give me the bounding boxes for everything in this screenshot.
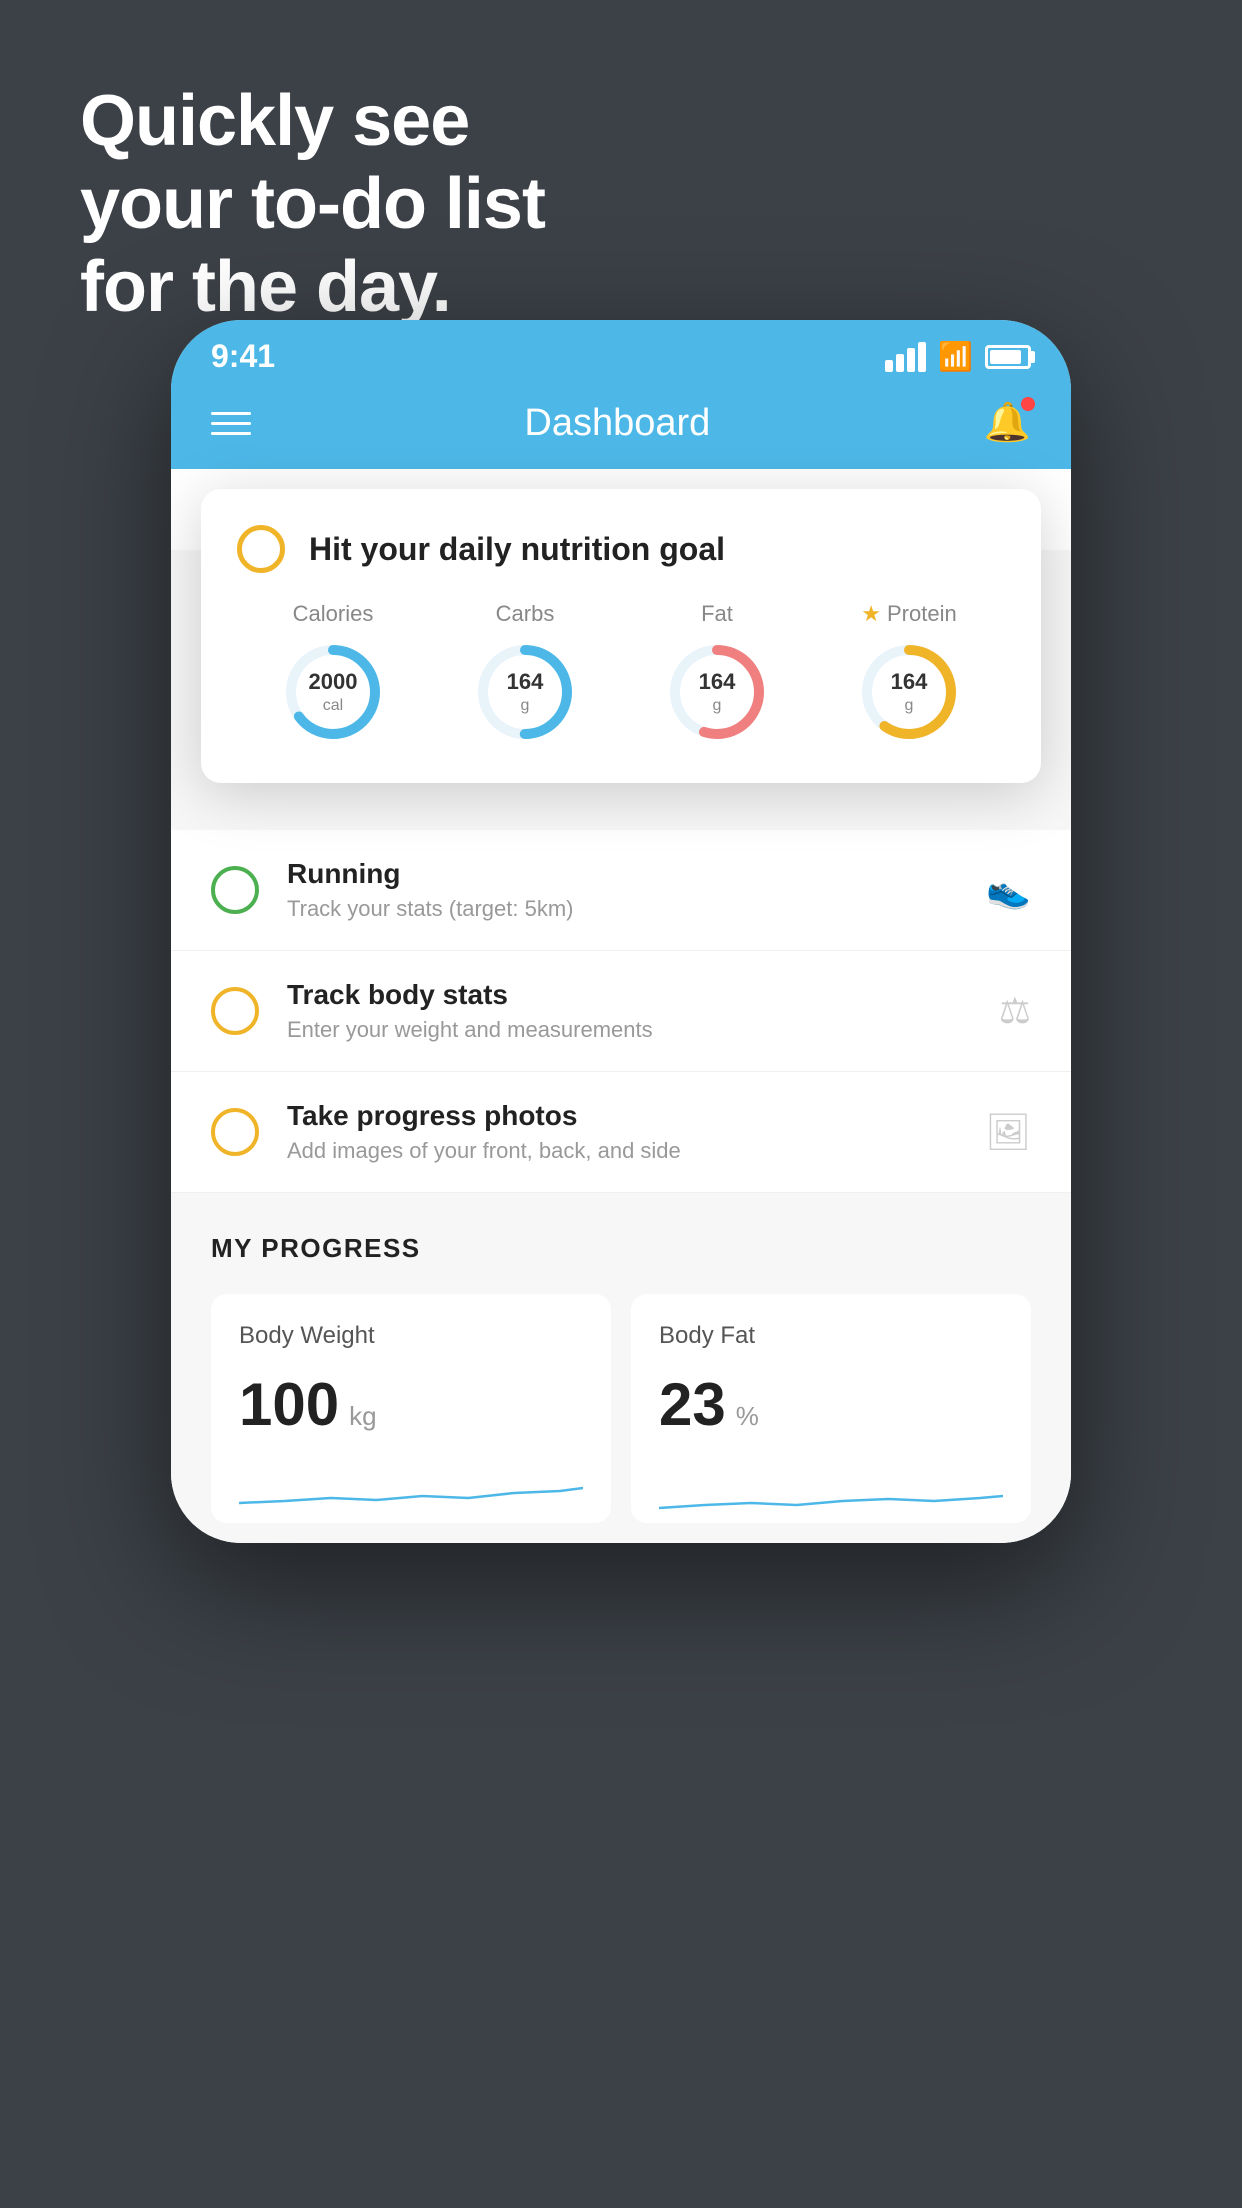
- todo-circle-running: [211, 866, 259, 914]
- nutrition-circles: Calories 2000 cal Carbs: [237, 601, 1005, 747]
- todo-text-photos: Take progress photos Add images of your …: [287, 1100, 957, 1164]
- body-weight-title: Body Weight: [239, 1322, 583, 1350]
- todo-item-body-stats[interactable]: Track body stats Enter your weight and m…: [171, 951, 1071, 1072]
- hero-text: Quickly see your to-do list for the day.: [80, 80, 545, 328]
- protein-value: 164 g: [854, 637, 964, 747]
- body-fat-number: 23: [659, 1370, 726, 1439]
- protein-label: ★ Protein: [861, 601, 956, 627]
- carbs-value: 164 g: [470, 637, 580, 747]
- carbs-donut: 164 g: [470, 637, 580, 747]
- body-fat-value: 23 %: [659, 1370, 1003, 1439]
- protein-donut: 164 g: [854, 637, 964, 747]
- body-fat-unit: %: [736, 1401, 759, 1432]
- card-title-row: Hit your daily nutrition goal: [237, 525, 1005, 573]
- notification-badge: [1021, 397, 1035, 411]
- todo-text-running: Running Track your stats (target: 5km): [287, 858, 958, 922]
- status-time: 9:41: [211, 338, 275, 375]
- app-content: THINGS TO DO TODAY Hit your daily nutrit…: [171, 469, 1071, 1543]
- body-weight-value: 100 kg: [239, 1370, 583, 1439]
- nutrition-item-fat: Fat 164 g: [662, 601, 772, 747]
- progress-section: MY PROGRESS Body Weight 100 kg: [171, 1193, 1071, 1543]
- app-header: Dashboard 🔔: [171, 385, 1071, 469]
- todo-item-running[interactable]: Running Track your stats (target: 5km) 👟: [171, 830, 1071, 951]
- hero-line2: your to-do list: [80, 163, 545, 246]
- hero-line3: for the day.: [80, 246, 545, 329]
- todo-title-body-stats: Track body stats: [287, 979, 971, 1011]
- body-fat-card[interactable]: Body Fat 23 %: [631, 1294, 1031, 1523]
- todo-text-body-stats: Track body stats Enter your weight and m…: [287, 979, 971, 1043]
- fat-label: Fat: [701, 601, 733, 627]
- nutrition-item-protein: ★ Protein 164 g: [854, 601, 964, 747]
- calories-donut: 2000 cal: [278, 637, 388, 747]
- todo-sub-photos: Add images of your front, back, and side: [287, 1138, 957, 1164]
- calories-value: 2000 cal: [278, 637, 388, 747]
- scale-icon: ⚖: [999, 990, 1031, 1032]
- todo-sub-body-stats: Enter your weight and measurements: [287, 1017, 971, 1043]
- shoe-icon: 👟: [986, 869, 1031, 911]
- calories-label: Calories: [293, 601, 374, 627]
- todo-circle-photos: [211, 1108, 259, 1156]
- todo-title-running: Running: [287, 858, 958, 890]
- todo-circle-body-stats: [211, 987, 259, 1035]
- body-weight-number: 100: [239, 1370, 339, 1439]
- phone-frame: 9:41 📶 Dashboard 🔔 THINGS TO DO TODAY: [171, 320, 1071, 1543]
- body-fat-title: Body Fat: [659, 1322, 1003, 1350]
- notification-button[interactable]: 🔔: [984, 401, 1031, 445]
- protein-star-icon: ★: [861, 601, 881, 627]
- fat-value: 164 g: [662, 637, 772, 747]
- body-weight-chart: [239, 1463, 583, 1523]
- header-title: Dashboard: [524, 402, 710, 445]
- carbs-label: Carbs: [496, 601, 555, 627]
- body-weight-unit: kg: [349, 1401, 376, 1432]
- progress-cards: Body Weight 100 kg Body Fat 23: [211, 1294, 1031, 1523]
- signal-icon: [885, 342, 926, 372]
- menu-button[interactable]: [211, 412, 251, 435]
- wifi-icon: 📶: [938, 340, 973, 373]
- status-bar: 9:41 📶: [171, 320, 1071, 385]
- todo-item-photos[interactable]: Take progress photos Add images of your …: [171, 1072, 1071, 1193]
- status-icons: 📶: [885, 340, 1031, 373]
- todo-sub-running: Track your stats (target: 5km): [287, 896, 958, 922]
- todo-list: Running Track your stats (target: 5km) 👟…: [171, 830, 1071, 1193]
- nutrition-item-carbs: Carbs 164 g: [470, 601, 580, 747]
- fat-donut: 164 g: [662, 637, 772, 747]
- nutrition-card: Hit your daily nutrition goal Calories 2…: [201, 489, 1041, 783]
- photo-icon: 🖼: [985, 1111, 1031, 1153]
- body-weight-card[interactable]: Body Weight 100 kg: [211, 1294, 611, 1523]
- progress-header: MY PROGRESS: [211, 1233, 1031, 1264]
- battery-icon: [985, 345, 1031, 369]
- nutrition-item-calories: Calories 2000 cal: [278, 601, 388, 747]
- card-title: Hit your daily nutrition goal: [309, 531, 725, 568]
- body-fat-chart: [659, 1463, 1003, 1523]
- hero-line1: Quickly see: [80, 80, 545, 163]
- todo-title-photos: Take progress photos: [287, 1100, 957, 1132]
- card-circle-indicator: [237, 525, 285, 573]
